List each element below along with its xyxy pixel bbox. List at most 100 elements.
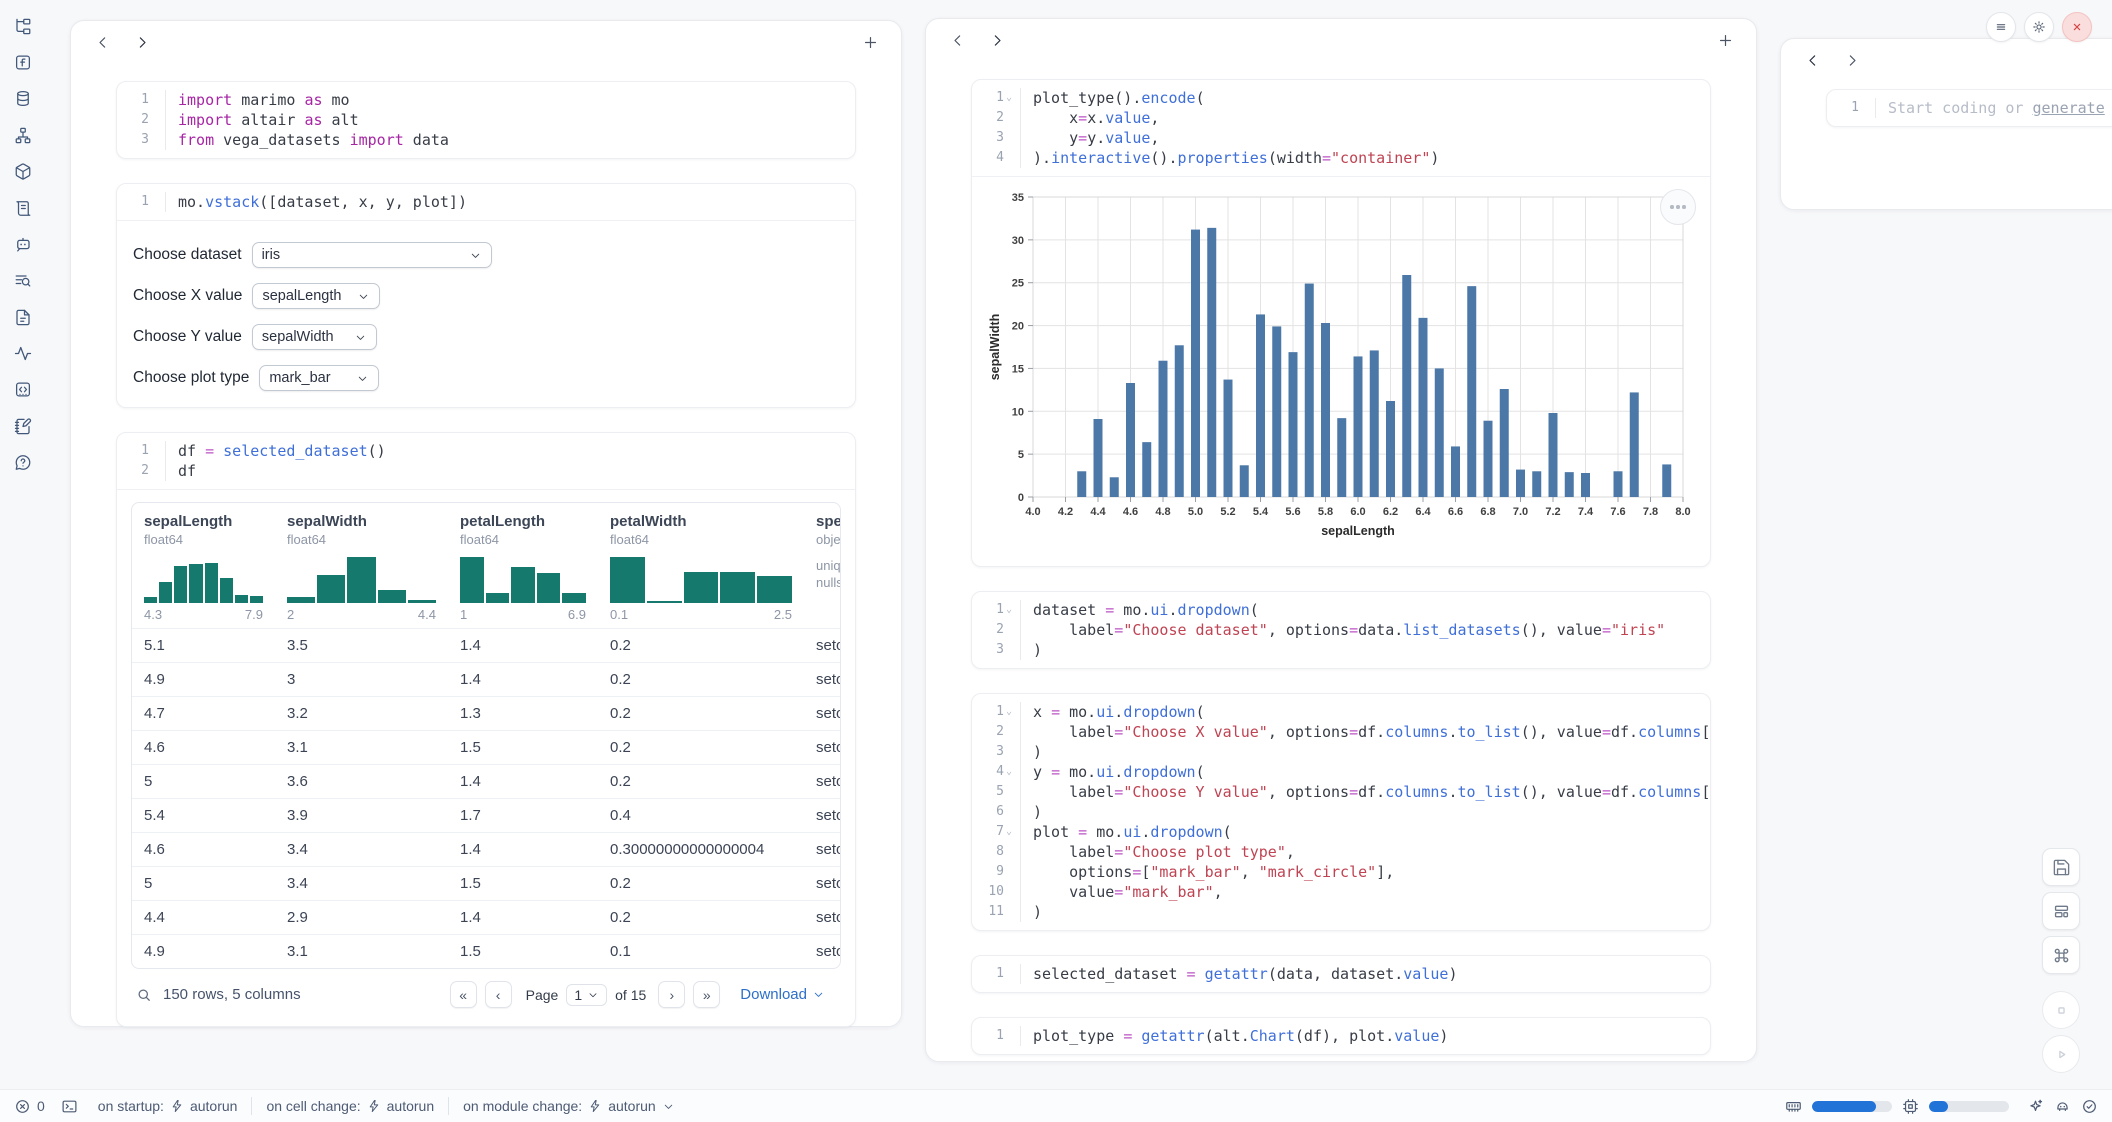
status-bar: 0 on startup:autorun on cell change:autor… [0, 1089, 2112, 1122]
code-editor[interactable]: 1⌄x = mo.ui.dropdown(2 label="Choose X v… [972, 694, 1710, 930]
search-list-icon[interactable] [8, 266, 38, 296]
first-page-button[interactable]: « [450, 981, 477, 1008]
gear-icon[interactable] [2024, 12, 2054, 42]
assistant-icon[interactable] [2054, 1098, 2071, 1115]
table-cell: 3.5 [275, 629, 448, 663]
column-next-button[interactable] [1837, 45, 1867, 75]
runtime-setting[interactable]: on startup:autorun [98, 1098, 238, 1114]
column-header[interactable]: sepalLengthfloat644.37.9 [132, 503, 275, 629]
menu-icon[interactable] [1986, 12, 2016, 42]
next-page-button[interactable]: › [658, 981, 685, 1008]
activity-icon[interactable] [8, 339, 38, 369]
close-icon[interactable] [2062, 12, 2092, 42]
column-prev-button[interactable] [942, 25, 972, 55]
chart-menu-button[interactable] [1660, 189, 1696, 225]
code-line: 1plot_type = getattr(alt.Chart(df), plot… [972, 1026, 1700, 1046]
network-icon[interactable] [8, 120, 38, 150]
column-header[interactable]: petalWidthfloat640.12.5 [598, 503, 804, 629]
code-cell-plot: 1⌄plot_type().encode(2 x=x.value,3 y=y.v… [971, 79, 1711, 567]
table-cell: setosa [804, 629, 841, 663]
command-icon[interactable] [2042, 936, 2080, 974]
last-page-button[interactable]: » [693, 981, 720, 1008]
code-line: 1df = selected_dataset() [117, 441, 845, 461]
column-next-button[interactable] [127, 27, 157, 57]
floating-controls [2042, 848, 2080, 1073]
column-header [926, 19, 1756, 61]
svg-text:5.0: 5.0 [1188, 506, 1203, 518]
search-icon[interactable] [135, 986, 153, 1004]
table-footer: 150 rows, 5 columns « ‹ Page 1 of 15 [131, 969, 841, 1016]
table-row: 4.931.40.2setosa [132, 663, 841, 697]
notebook-column-left: 1import marimo as mo2import altair as al… [70, 20, 902, 1027]
y-value-dropdown[interactable]: sepalWidth [252, 324, 377, 350]
download-button[interactable]: Download [740, 986, 825, 1003]
bot-chat-icon[interactable] [8, 229, 38, 259]
runtime-setting[interactable]: on module change:autorun [463, 1098, 675, 1114]
svg-text:15: 15 [1012, 363, 1024, 375]
code-line: 2import altair as alt [117, 110, 845, 130]
page-select[interactable]: 1 [566, 984, 607, 1006]
chart-bar [1662, 464, 1671, 497]
document-icon[interactable] [8, 302, 38, 332]
dataset-dropdown[interactable]: iris [252, 242, 492, 268]
code-editor[interactable]: 1⌄dataset = mo.ui.dropdown(2 label="Choo… [972, 592, 1710, 668]
column-header[interactable]: petalLengthfloat6416.9 [448, 503, 598, 629]
code-editor[interactable]: 1⌄plot_type().encode(2 x=x.value,3 y=y.v… [972, 80, 1710, 176]
sparkles-icon[interactable] [2027, 1098, 2044, 1115]
code-editor[interactable]: 1plot_type = getattr(alt.Chart(df), plot… [972, 1018, 1710, 1054]
notebook-edit-icon[interactable] [8, 411, 38, 441]
code-line: 2 label="Choose dataset", options=data.l… [972, 620, 1700, 640]
x-value-dropdown[interactable]: sepalLength [252, 283, 380, 309]
file-tree-icon[interactable] [8, 11, 38, 41]
prev-page-button[interactable]: ‹ [485, 981, 512, 1008]
layout-grid-icon[interactable] [2042, 892, 2080, 930]
code-editor[interactable]: 1mo.vstack([dataset, x, y, plot]) [117, 184, 855, 220]
table-cell: 1.5 [448, 935, 598, 969]
table-row: 4.73.21.30.2setosa [132, 697, 841, 731]
runtime-setting[interactable]: on cell change:autorun [266, 1098, 434, 1114]
column-header[interactable]: sepalWidthfloat6424.4 [275, 503, 448, 629]
stop-icon[interactable] [2042, 991, 2080, 1029]
connection-status-icon[interactable] [2081, 1098, 2098, 1115]
database-icon[interactable] [8, 84, 38, 114]
save-icon[interactable] [2042, 848, 2080, 886]
column-next-button[interactable] [982, 25, 1012, 55]
code-editor[interactable]: 1Start coding or generate with [1827, 90, 2112, 126]
code-editor[interactable]: 1df = selected_dataset()2df [117, 433, 855, 489]
column-header[interactable]: speciesobjectunique:nulls: [804, 503, 841, 629]
chart-bar [1484, 421, 1493, 497]
package-icon[interactable] [8, 157, 38, 187]
column-histogram [610, 557, 792, 603]
terminal-button[interactable] [61, 1098, 78, 1115]
code-cell-dataset-dropdown: 1⌄dataset = mo.ui.dropdown(2 label="Choo… [971, 591, 1711, 669]
table-cell: 4.9 [132, 935, 275, 969]
svg-text:4.8: 4.8 [1155, 506, 1170, 518]
chart-bar [1321, 323, 1330, 497]
table-cell: 0.2 [598, 629, 804, 663]
cell-output: 4.04.24.44.64.85.05.25.45.65.86.06.26.46… [972, 176, 1710, 566]
add-cell-button[interactable] [855, 27, 885, 57]
code-cell-selected-dataset: 1selected_dataset = getattr(data, datase… [971, 955, 1711, 993]
help-bubble-icon[interactable] [8, 448, 38, 478]
table-cell: 4.6 [132, 833, 275, 867]
code-cell-plot-type: 1plot_type = getattr(alt.Chart(df), plot… [971, 1017, 1711, 1055]
run-all-icon[interactable] [2042, 1035, 2080, 1073]
error-count-badge[interactable]: 0 [14, 1098, 45, 1115]
code-line: 3) [972, 640, 1700, 660]
plot-type-dropdown[interactable]: mark_bar [259, 365, 379, 391]
code-line: 6) [972, 802, 1700, 822]
chart-bar [1354, 356, 1363, 497]
code-editor[interactable]: 1selected_dataset = getattr(data, datase… [972, 956, 1710, 992]
chevron-down-icon [812, 988, 825, 1001]
chart-bar [1467, 286, 1476, 497]
add-cell-button[interactable] [1710, 25, 1740, 55]
cell-output: sepalLengthfloat644.37.9sepalWidthfloat6… [117, 489, 855, 1026]
function-square-icon[interactable] [8, 48, 38, 78]
column-prev-button[interactable] [87, 27, 117, 57]
scroll-icon[interactable] [8, 193, 38, 223]
code-square-icon[interactable] [8, 375, 38, 405]
code-editor[interactable]: 1import marimo as mo2import altair as al… [117, 82, 855, 158]
code-cell-dataframe: 1df = selected_dataset()2df sepalLengthf… [116, 432, 856, 1027]
altair-bar-chart[interactable]: 4.04.24.44.64.85.05.25.45.65.86.06.26.46… [986, 185, 1706, 562]
column-prev-button[interactable] [1797, 45, 1827, 75]
